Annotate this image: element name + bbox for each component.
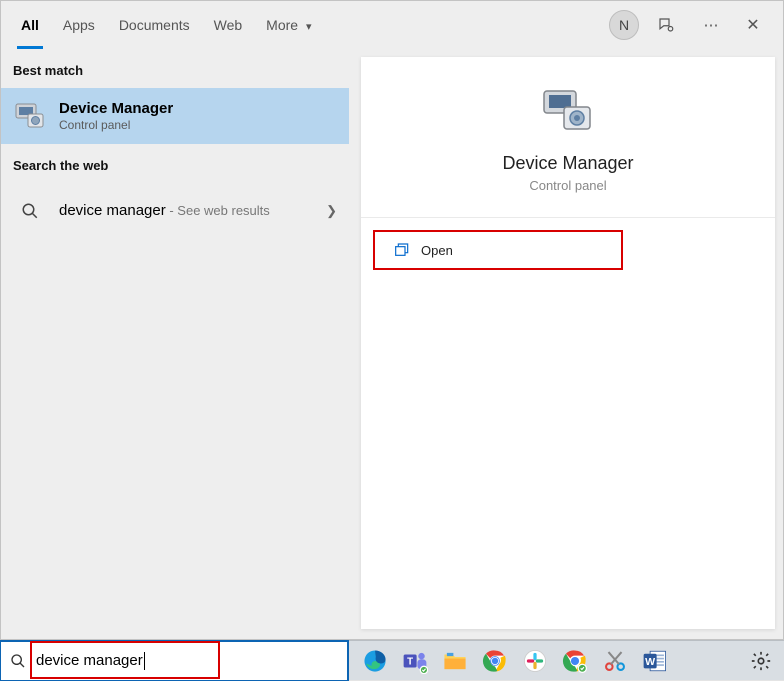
taskbar-teams-icon[interactable]: T (398, 644, 432, 678)
result-subtitle: Control panel (59, 118, 173, 132)
feedback-icon[interactable] (657, 16, 681, 34)
chevron-down-icon: ▾ (306, 21, 312, 33)
open-action[interactable]: Open (373, 230, 623, 270)
preview-title: Device Manager (361, 153, 775, 174)
web-query: device manager (59, 202, 166, 219)
web-result-text: device manager - See web results (59, 202, 270, 220)
scope-tabs: All Apps Documents Web More ▾ N ⋯ ✕ (1, 1, 783, 49)
device-manager-icon (13, 99, 47, 133)
preview-subtitle: Control panel (361, 178, 775, 193)
text-cursor (144, 652, 145, 670)
result-web-search[interactable]: device manager - See web results ❯ (1, 183, 349, 239)
tab-web[interactable]: Web (202, 1, 255, 49)
taskbar-file-explorer-icon[interactable] (438, 644, 472, 678)
result-device-manager[interactable]: Device Manager Control panel (1, 88, 349, 144)
avatar-initial: N (619, 17, 629, 33)
search-icon (13, 194, 47, 228)
taskbar-word-icon[interactable]: W (638, 644, 672, 678)
device-manager-large-icon (540, 87, 596, 135)
svg-text:T: T (407, 656, 413, 667)
taskbar-settings-icon[interactable] (744, 644, 778, 678)
taskbar-snipping-tool-icon[interactable] (598, 644, 632, 678)
taskbar-search[interactable]: device manager (0, 641, 348, 681)
web-suffix: - See web results (166, 203, 270, 218)
preview-pane: Device Manager Control panel Open (361, 57, 775, 629)
tab-more[interactable]: More ▾ (254, 1, 323, 49)
close-icon[interactable]: ✕ (741, 15, 765, 35)
taskbar-edge-icon[interactable] (358, 644, 392, 678)
taskbar: device manager T (0, 640, 784, 680)
user-avatar[interactable]: N (609, 10, 639, 40)
tab-apps[interactable]: Apps (51, 1, 107, 49)
group-search-web: Search the web (1, 144, 349, 183)
taskbar-apps: T (358, 644, 672, 678)
taskbar-chrome-icon[interactable] (478, 644, 512, 678)
ellipsis-icon[interactable]: ⋯ (699, 16, 723, 34)
open-label: Open (421, 243, 453, 258)
tab-more-label: More (266, 17, 298, 33)
group-best-match: Best match (1, 49, 349, 88)
taskbar-chrome-canary-icon[interactable] (558, 644, 592, 678)
chevron-right-icon: ❯ (326, 203, 337, 219)
search-input-value: device manager (36, 652, 143, 669)
search-panel: All Apps Documents Web More ▾ N ⋯ ✕ Best… (0, 0, 784, 640)
result-text: Device Manager Control panel (59, 100, 173, 132)
svg-text:W: W (645, 656, 655, 668)
taskbar-slack-icon[interactable] (518, 644, 552, 678)
result-title: Device Manager (59, 100, 173, 117)
tab-all[interactable]: All (9, 1, 51, 49)
tab-documents[interactable]: Documents (107, 1, 202, 49)
preview-header: Device Manager Control panel (361, 57, 775, 218)
header-actions: N ⋯ ✕ (609, 10, 775, 40)
results-column: Best match Device Manager Control panel … (1, 49, 349, 639)
open-icon (393, 242, 409, 258)
search-icon (10, 653, 26, 669)
